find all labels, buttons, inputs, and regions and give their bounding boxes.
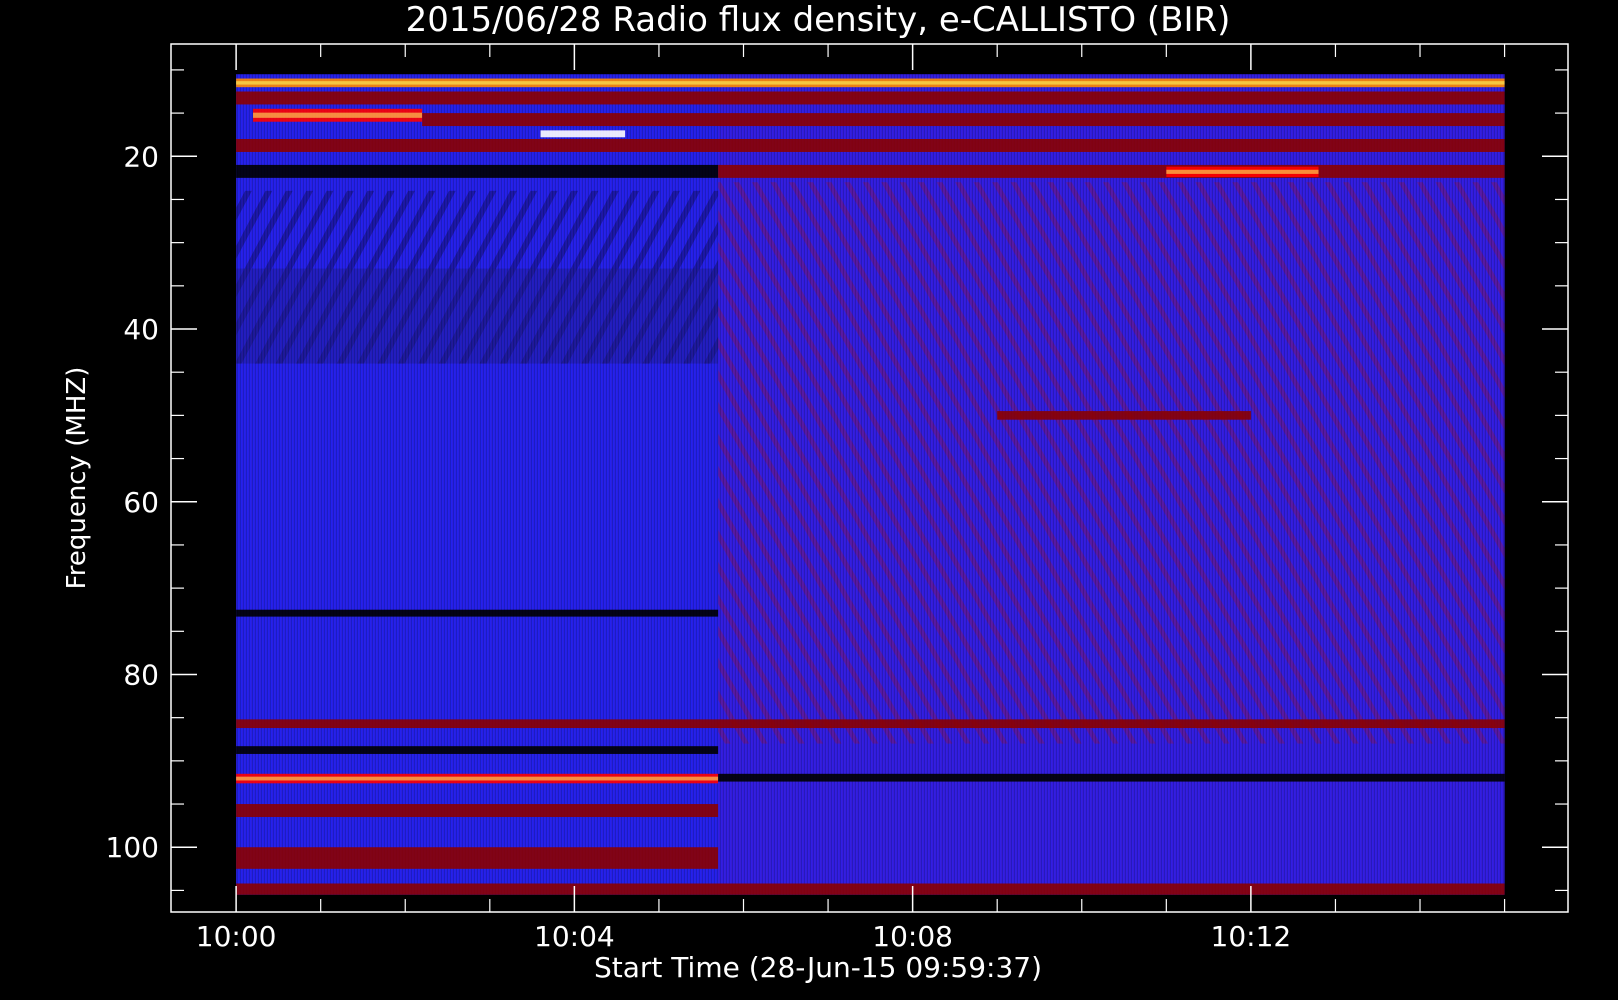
band-17 — [236, 883, 1505, 895]
band-12 — [236, 746, 719, 754]
y-tick-label: 60 — [123, 486, 159, 519]
y-axis-label: Frequency (MHZ) — [62, 367, 92, 590]
band-core-0 — [236, 81, 1505, 85]
band-5 — [236, 139, 1505, 152]
spectrogram-image — [236, 74, 1505, 895]
band-4 — [540, 130, 626, 138]
y-tick-label: 40 — [123, 313, 159, 346]
band-core-2 — [253, 112, 423, 118]
x-tick-label: 10:12 — [1211, 920, 1292, 953]
band-15 — [236, 804, 719, 817]
band-10 — [236, 609, 719, 617]
band-core-13 — [236, 776, 719, 781]
band-11 — [236, 719, 1505, 729]
x-tick-label: 10:08 — [872, 920, 953, 953]
band-3 — [422, 113, 1505, 127]
band-1 — [236, 91, 1505, 105]
y-tick-label: 80 — [123, 658, 159, 691]
band-core-8 — [1166, 169, 1319, 174]
y-tick-label: 100 — [106, 831, 159, 864]
x-tick-label: 10:04 — [534, 920, 615, 953]
band-9 — [997, 411, 1251, 420]
chart-title: 2015/06/28 Radio flux density, e-CALLIST… — [406, 0, 1231, 40]
time-striations — [236, 74, 1505, 895]
band-14 — [718, 773, 1505, 782]
band-7 — [718, 164, 1505, 178]
spectrogram-chart: 2015/06/28 Radio flux density, e-CALLIST… — [62, 0, 1569, 984]
band-6 — [236, 164, 719, 178]
x-axis-label: Start Time (28-Jun-15 09:59:37) — [594, 951, 1042, 984]
x-tick-label: 10:00 — [196, 920, 277, 953]
band-16 — [236, 847, 719, 869]
y-tick-label: 20 — [123, 140, 159, 173]
